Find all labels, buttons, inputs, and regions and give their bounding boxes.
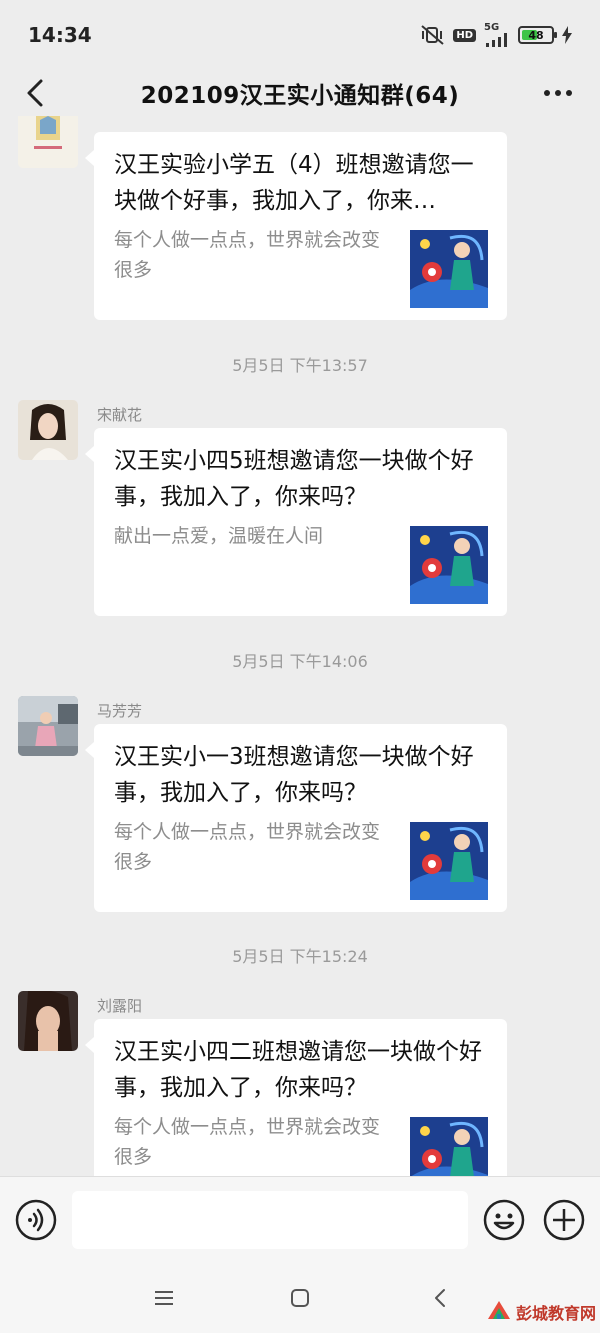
timestamp: 5月5日 下午14:06 (232, 652, 368, 671)
sender-name: 宋献花 (97, 406, 143, 424)
card-thumbnail (410, 822, 488, 900)
card-description: 每个人做一点点，世界就会改变很多 (114, 229, 381, 281)
menu-icon[interactable] (148, 1282, 180, 1314)
timestamp: 5月5日 下午13:57 (232, 356, 368, 375)
system-nav-bar: 彭城教育网 (0, 1262, 600, 1333)
network-label: 5G (484, 22, 500, 33)
avatar[interactable] (18, 696, 78, 756)
plus-icon[interactable] (543, 1199, 585, 1241)
card-description: 每个人做一点点，世界就会改变很多 (114, 1116, 381, 1168)
sender-name: 刘露阳 (97, 997, 143, 1015)
link-card[interactable]: 汉王实小四5班想邀请您一块做个好事，我加入了，你来吗？ 献出一点爱，温暖在人间 (85, 428, 507, 616)
back-chevron-icon[interactable] (424, 1282, 456, 1314)
link-card[interactable]: 汉王实验小学五（4）班想邀请您一块做个好事，我加入了，你来… 每个人做一点点，世… (85, 132, 507, 320)
chat-history[interactable]: 汉王实验小学五（4）班想邀请您一块做个好事，我加入了，你来… 每个人做一点点，世… (0, 116, 600, 1176)
battery-level: 48 (528, 28, 544, 42)
emoji-icon[interactable] (483, 1199, 525, 1241)
card-thumbnail (410, 230, 488, 308)
card-description: 献出一点爱，温暖在人间 (114, 525, 324, 547)
hd-icon: HD (453, 28, 476, 42)
watermark: 彭城教育网 (486, 1299, 596, 1325)
message-input[interactable] (72, 1191, 468, 1249)
card-title: 汉王实小四二班想邀请您一块做个好事，我加入了，你来吗？ (114, 1039, 482, 1101)
card-title: 汉王实小一3班想邀请您一块做个好事，我加入了，你来吗？ (114, 744, 474, 806)
more-dots-icon[interactable] (538, 76, 578, 110)
status-time: 14:34 (28, 23, 92, 47)
charging-icon (562, 26, 572, 44)
back-arrow-icon[interactable] (18, 76, 52, 110)
signal-icon: 5G (484, 23, 510, 47)
home-square-icon[interactable] (284, 1282, 316, 1314)
chat-header: 202109汉王实小通知群(64) (0, 70, 600, 116)
sender-name: 马芳芳 (97, 702, 143, 720)
timestamp: 5月5日 下午15:24 (232, 947, 368, 966)
status-bar: 14:34 HD 5G 48 (0, 0, 600, 70)
link-card[interactable]: 汉王实小四二班想邀请您一块做个好事，我加入了，你来吗？ 每个人做一点点，世界就会… (85, 1019, 507, 1176)
card-title: 汉王实验小学五（4）班想邀请您一块做个好事，我加入了，你来… (114, 152, 474, 214)
input-bar (0, 1176, 600, 1262)
voice-icon[interactable] (15, 1199, 57, 1241)
watermark-text: 彭城教育网 (515, 1304, 596, 1323)
card-thumbnail (410, 526, 488, 604)
chat-title: 202109汉王实小通知群(64) (140, 83, 460, 109)
watermark-logo-icon (486, 1299, 512, 1325)
status-icons: HD 5G 48 (421, 23, 572, 47)
link-card[interactable]: 汉王实小一3班想邀请您一块做个好事，我加入了，你来吗？ 每个人做一点点，世界就会… (85, 724, 507, 912)
card-title: 汉王实小四5班想邀请您一块做个好事，我加入了，你来吗？ (114, 448, 474, 510)
mute-vibrate-icon (421, 25, 445, 45)
card-thumbnail (410, 1117, 488, 1176)
avatar[interactable] (18, 400, 78, 460)
avatar[interactable] (18, 116, 78, 168)
battery-icon: 48 (518, 26, 557, 44)
avatar[interactable] (18, 991, 78, 1051)
card-description: 每个人做一点点，世界就会改变很多 (114, 821, 381, 873)
